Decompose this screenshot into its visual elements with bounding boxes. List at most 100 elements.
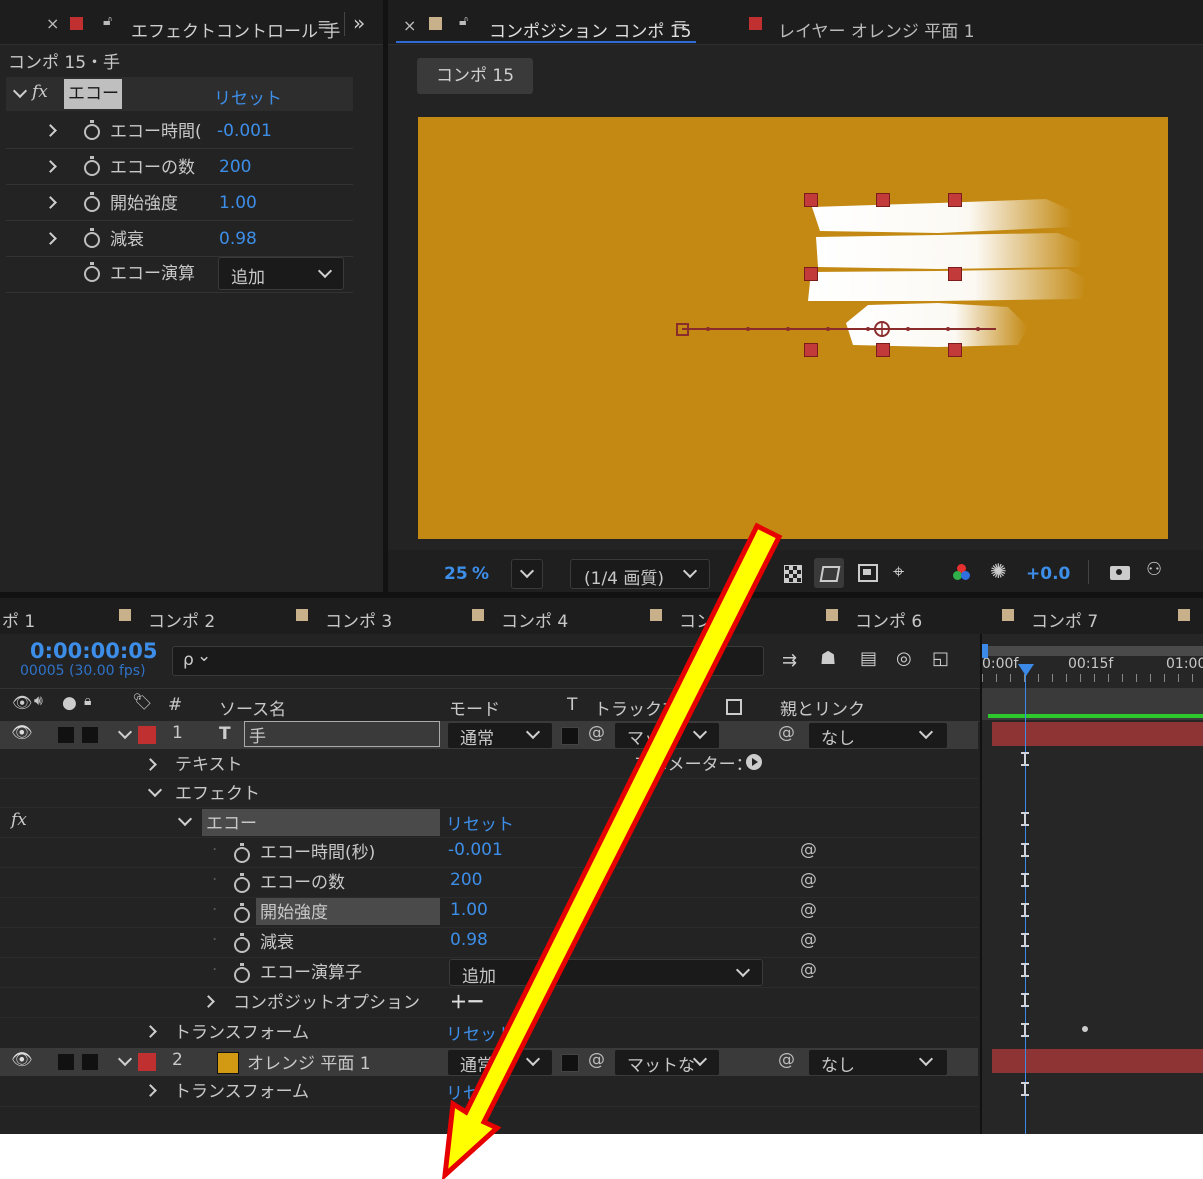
stopwatch-icon[interactable] <box>84 262 100 282</box>
tab-comp-3[interactable]: コンポ 3 <box>325 607 392 632</box>
mask-view-icon[interactable] <box>814 558 844 588</box>
pickwhip-icon[interactable]: @ <box>588 1050 605 1070</box>
panel-divider[interactable] <box>383 0 388 592</box>
keyframe-marker[interactable] <box>1021 752 1029 766</box>
layer-color-label[interactable] <box>138 1053 156 1071</box>
close-icon[interactable]: × <box>46 14 59 33</box>
echo-operator-dropdown[interactable]: 追加 <box>449 959 763 987</box>
solo-switch[interactable] <box>58 727 74 743</box>
solo-switch[interactable] <box>58 1054 74 1070</box>
fx-icon[interactable]: fx <box>11 810 27 830</box>
chevron-down-icon[interactable] <box>117 724 133 740</box>
play-circle-icon[interactable] <box>746 754 762 770</box>
chevron-right-icon[interactable] <box>44 160 57 173</box>
keyframe-marker[interactable] <box>1021 933 1029 947</box>
stopwatch-icon[interactable] <box>84 192 100 212</box>
graph-editor-icon[interactable]: ◱ <box>932 648 949 669</box>
motion-blur-icon[interactable]: ◎ <box>896 648 912 669</box>
bounding-box-handle[interactable] <box>804 267 818 281</box>
chevron-right-icon[interactable] <box>202 995 215 1008</box>
fx-icon[interactable]: fx <box>32 82 48 102</box>
chevron-down-icon[interactable] <box>177 811 193 827</box>
bounding-box-handle[interactable] <box>876 343 890 357</box>
keyframe-marker[interactable] <box>1021 873 1029 887</box>
tab-comp-5[interactable]: コンポ <box>679 607 730 632</box>
timeline-graph-area[interactable]: 0:00f 00:15f 01:00 <box>980 634 1203 1134</box>
layer-bar-1[interactable] <box>992 722 1203 746</box>
layer-bar-2[interactable] <box>992 1049 1203 1073</box>
in-point-marker[interactable] <box>982 644 988 658</box>
chevron-right-icon[interactable] <box>144 1084 157 1097</box>
source-name-header[interactable]: ソース名 <box>219 695 286 720</box>
hamburger-menu-icon[interactable]: ≡ <box>317 15 331 35</box>
bounding-box-handle[interactable] <box>804 193 818 207</box>
keyframe-marker[interactable] <box>1021 963 1029 977</box>
property-value[interactable]: 1.00 <box>450 900 488 920</box>
echo-operator-dropdown[interactable]: 追加 <box>218 257 344 290</box>
parent-dropdown[interactable]: なし <box>808 722 948 749</box>
keyframe-marker[interactable] <box>1021 1023 1029 1037</box>
tab-comp-6[interactable]: コンポ 6 <box>855 607 922 632</box>
exposure-reset-icon[interactable]: ✺ <box>990 559 1007 583</box>
add-remove-mask-icon[interactable]: ＋ー <box>450 988 484 1013</box>
bounding-box-handle[interactable] <box>948 343 962 357</box>
stopwatch-icon[interactable] <box>234 963 250 983</box>
property-value[interactable]: 0.98 <box>450 930 488 950</box>
expression-pickwhip-icon[interactable]: @ <box>800 900 817 920</box>
parent-pickwhip-icon[interactable]: @ <box>778 723 795 743</box>
layer-row-1[interactable]: 👁︎ 1 T 手 通常 @ マッ @ なし <box>0 721 978 749</box>
bounding-box-handle[interactable] <box>948 193 962 207</box>
timecode-display[interactable]: 0:00:00:05 <box>30 639 157 663</box>
stopwatch-icon[interactable] <box>84 228 100 248</box>
visibility-eye-icon[interactable]: 👁︎ <box>11 723 33 743</box>
region-of-interest-icon[interactable]: ⌖ <box>893 559 904 583</box>
shy-layers-icon[interactable]: ☗ <box>820 648 836 669</box>
bounding-box-handle[interactable] <box>804 343 818 357</box>
keyframe-marker[interactable] <box>1021 903 1029 917</box>
tab-comp-2[interactable]: コンポ 2 <box>148 607 215 632</box>
expression-pickwhip-icon[interactable]: @ <box>800 870 817 890</box>
chevron-right-icon[interactable] <box>44 196 57 209</box>
animator-label[interactable]: アニメーター： <box>634 750 753 775</box>
property-value[interactable]: -0.001 <box>448 840 503 860</box>
chevron-down-icon[interactable] <box>12 83 28 99</box>
preserve-transparency-checkbox[interactable] <box>561 1054 579 1072</box>
layer-name[interactable]: 手 <box>244 721 440 747</box>
keyframe-marker[interactable] <box>1021 993 1029 1007</box>
property-row-echo-count[interactable]: · エコーの数 200 @ <box>0 868 978 897</box>
mode-dropdown[interactable]: 通常 <box>447 1049 553 1076</box>
zoom-value[interactable]: 25 <box>444 564 468 584</box>
expression-pickwhip-icon[interactable]: @ <box>800 930 817 950</box>
keyframe-dot[interactable] <box>1082 1026 1088 1032</box>
effect-name[interactable]: エコー <box>64 79 122 109</box>
layer-color-label[interactable] <box>138 726 156 744</box>
property-value[interactable]: 200 <box>450 870 482 890</box>
property-row-start-intensity[interactable]: · 開始強度 1.00 @ <box>0 898 978 927</box>
stopwatch-icon[interactable] <box>234 903 250 923</box>
playhead-handle[interactable] <box>1018 664 1034 676</box>
close-icon[interactable]: × <box>403 16 416 35</box>
property-row-text[interactable]: テキスト アニメーター： <box>0 750 978 779</box>
bounding-box-handle[interactable] <box>948 267 962 281</box>
tab-comp-4[interactable]: コンポ 4 <box>501 607 568 632</box>
mode-dropdown[interactable]: 通常 <box>447 722 553 749</box>
tab-comp-7[interactable]: コンポ 7 <box>1031 607 1098 632</box>
stopwatch-icon[interactable] <box>234 873 250 893</box>
safe-margins-icon[interactable] <box>858 564 878 582</box>
work-area-bar[interactable] <box>982 646 1203 656</box>
stopwatch-icon[interactable] <box>234 843 250 863</box>
tab-composition[interactable]: コンポジション コンポ 15 <box>489 17 691 42</box>
chevron-right-icon[interactable] <box>44 232 57 245</box>
stopwatch-icon[interactable] <box>84 120 100 140</box>
layer-row-2[interactable]: 👁︎ 2 オレンジ 平面 1 通常 @ マットな @ なし <box>0 1048 978 1076</box>
keyframe-marker[interactable] <box>1021 843 1029 857</box>
chevron-down-icon[interactable] <box>147 782 163 798</box>
grid-icon[interactable] <box>784 565 802 583</box>
property-row-compositing-options[interactable]: コンポジットオプション ＋ー <box>0 988 978 1017</box>
param-value[interactable]: 0.98 <box>219 229 257 249</box>
channel-icon[interactable] <box>953 564 971 582</box>
chevron-down-icon[interactable] <box>117 1051 133 1067</box>
visibility-eye-icon[interactable]: 👁︎ <box>11 1050 33 1070</box>
tab-layer[interactable]: レイヤー オレンジ 平面 1 <box>778 17 975 42</box>
keyframe-marker[interactable] <box>1021 812 1029 826</box>
